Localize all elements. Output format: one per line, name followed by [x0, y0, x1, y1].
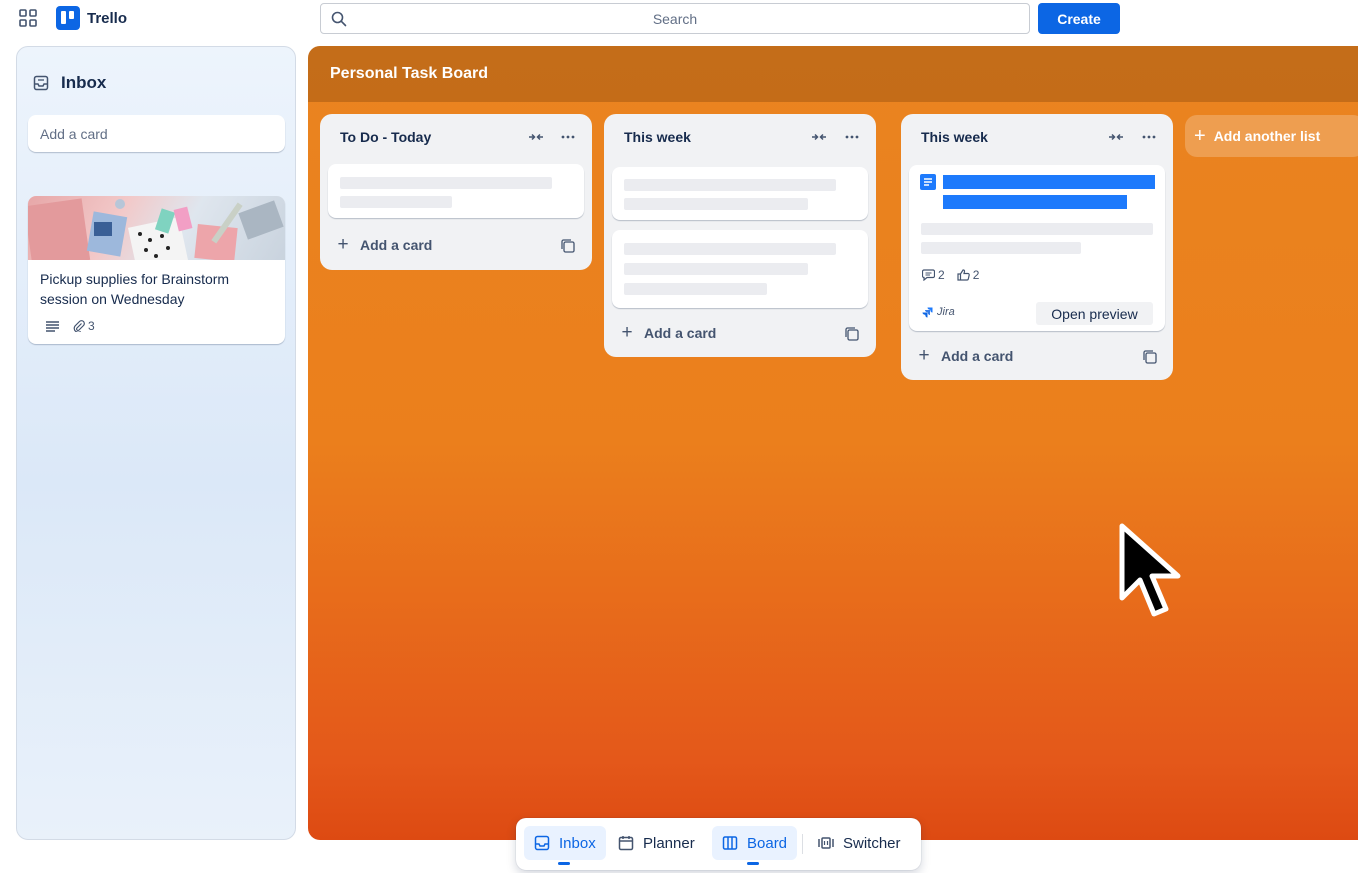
- card-template-icon[interactable]: [845, 327, 859, 341]
- comments-badge: 2: [922, 268, 945, 282]
- plus-icon: +: [337, 234, 349, 255]
- switcher-switcher-button[interactable]: Switcher: [808, 826, 911, 860]
- list-menu-icon[interactable]: [844, 129, 860, 145]
- card-cover-image: [28, 196, 285, 260]
- jira-card[interactable]: 2 2 Jira Open preview: [909, 165, 1165, 331]
- switcher-label: Switcher: [843, 834, 901, 852]
- mouse-cursor-icon: [1119, 523, 1181, 617]
- thumbs-up-icon: [957, 269, 970, 281]
- trello-logo[interactable]: Trello: [56, 6, 127, 30]
- plus-icon: +: [918, 345, 930, 366]
- board-icon: [722, 836, 738, 850]
- list-header: This week: [901, 114, 1173, 160]
- collapse-list-icon[interactable]: [1108, 130, 1124, 144]
- card-template-icon[interactable]: [1143, 350, 1157, 364]
- list-this-week[interactable]: This week + Add a card: [604, 114, 876, 357]
- description-icon: [46, 321, 59, 332]
- calendar-icon: [618, 836, 634, 851]
- card-badges: 2 2: [922, 268, 979, 282]
- jira-issue-type-icon: [920, 174, 936, 190]
- list-header: This week: [604, 114, 876, 160]
- paperclip-icon: [73, 320, 85, 332]
- switcher-inbox-button[interactable]: Inbox: [524, 826, 606, 865]
- jira-label-text: Jira: [937, 306, 955, 318]
- inbox-header: Inbox: [33, 73, 106, 93]
- collapse-list-icon[interactable]: [811, 130, 827, 144]
- jira-source-label: Jira: [922, 306, 955, 318]
- list-todo-today[interactable]: To Do - Today + Add a card: [320, 114, 592, 270]
- inbox-card-title: Pickup supplies for Brainstorm session o…: [40, 271, 230, 307]
- app-switcher-icon[interactable]: [19, 9, 37, 27]
- card-template-icon[interactable]: [561, 239, 575, 253]
- list-card[interactable]: [328, 164, 584, 218]
- plus-icon: +: [621, 322, 633, 343]
- switcher-label: Planner: [643, 834, 695, 852]
- search-input[interactable]: [321, 4, 1029, 33]
- redacted-title-line: [943, 175, 1155, 189]
- inbox-add-card-input[interactable]: Add a card: [28, 115, 285, 152]
- list-menu-icon[interactable]: [560, 129, 576, 145]
- list-card[interactable]: [612, 167, 868, 220]
- inbox-card[interactable]: Pickup supplies for Brainstorm session o…: [28, 196, 285, 344]
- app-name: Trello: [87, 9, 128, 27]
- attachment-badge: 3: [73, 319, 95, 333]
- switcher-divider: [802, 834, 803, 854]
- list-menu-icon[interactable]: [1141, 129, 1157, 145]
- list-card[interactable]: [612, 230, 868, 308]
- board-title[interactable]: Personal Task Board: [330, 65, 488, 83]
- add-card-label: Add a card: [644, 325, 717, 341]
- switcher-planner-button[interactable]: Planner: [608, 826, 705, 860]
- switcher-label: Inbox: [559, 834, 596, 852]
- trello-logo-icon: [56, 6, 80, 30]
- redacted-title-line: [943, 195, 1127, 209]
- like-count: 2: [972, 268, 980, 282]
- comment-icon: [922, 269, 935, 281]
- board-canvas: Personal Task Board To Do - Today + Add …: [308, 46, 1358, 840]
- jira-icon: [922, 307, 933, 317]
- list-title[interactable]: This week: [624, 129, 691, 145]
- add-list-button[interactable]: + Add another list: [1185, 115, 1358, 157]
- inbox-icon: [534, 835, 550, 851]
- list-this-week-2[interactable]: This week 2 2 Jira Open preview + Add a …: [901, 114, 1173, 380]
- create-button[interactable]: Create: [1038, 3, 1120, 34]
- active-indicator: [558, 862, 570, 865]
- list-title[interactable]: This week: [921, 129, 988, 145]
- likes-badge: 2: [957, 268, 980, 282]
- bottom-view-switcher: Inbox Planner Board Switcher: [516, 818, 921, 870]
- list-title[interactable]: To Do - Today: [340, 129, 431, 145]
- add-card-label: Add a card: [360, 237, 433, 253]
- search-box[interactable]: [320, 3, 1030, 34]
- inbox-title: Inbox: [61, 73, 107, 92]
- collapse-list-icon[interactable]: [528, 130, 544, 144]
- top-navigation-bar: Trello Create: [0, 0, 1358, 40]
- board-header: Personal Task Board: [308, 46, 1358, 102]
- comment-count: 2: [938, 268, 945, 282]
- open-preview-button[interactable]: Open preview: [1036, 302, 1153, 325]
- active-indicator: [747, 862, 759, 865]
- add-card-button[interactable]: + Add a card: [620, 322, 717, 343]
- inbox-panel: Inbox Add a card Pickup supplies for Bra…: [16, 46, 296, 840]
- switcher-label: Board: [747, 834, 788, 852]
- office-supplies-illustration: [28, 198, 284, 260]
- switcher-icon: [818, 837, 834, 849]
- add-card-button[interactable]: + Add a card: [917, 345, 1014, 366]
- add-card-label: Add a card: [941, 348, 1014, 364]
- add-card-button[interactable]: + Add a card: [336, 234, 433, 255]
- plus-icon: +: [1194, 125, 1206, 147]
- list-header: To Do - Today: [320, 114, 592, 160]
- inbox-icon: [33, 75, 49, 91]
- add-list-label: Add another list: [1213, 128, 1321, 144]
- switcher-board-button[interactable]: Board: [712, 826, 798, 865]
- attachment-count: 3: [88, 319, 95, 333]
- card-badges: 3: [46, 319, 95, 333]
